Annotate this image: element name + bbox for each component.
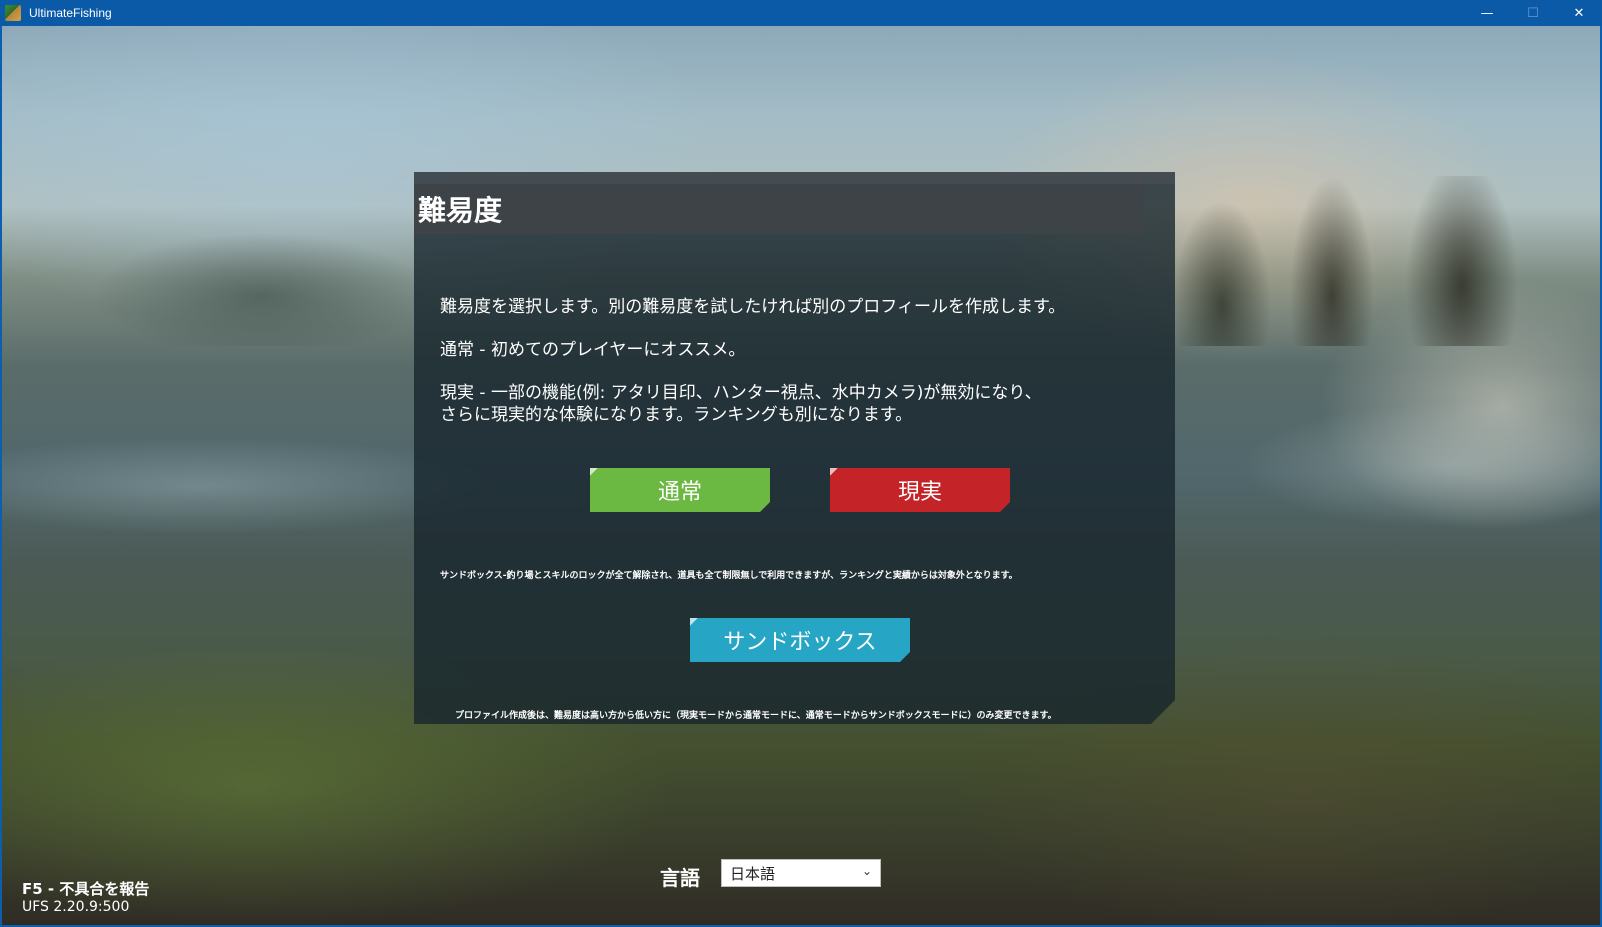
window-title: UltimateFishing (29, 6, 112, 20)
sandbox-description: サンドボックス-釣り場とスキルのロックが全て解除され、道具も全て制限無しで利用で… (440, 571, 1018, 581)
normal-mode-button[interactable]: 通常 (590, 468, 770, 512)
language-label: 言語 (660, 866, 700, 890)
maximize-button[interactable]: ☐ (1510, 0, 1556, 26)
window-titlebar: UltimateFishing — ☐ ✕ (0, 0, 1602, 26)
version-label: UFS 2.20.9:500 (22, 899, 130, 915)
dialog-top-strip (414, 172, 1175, 184)
report-bug-hint: F5 - 不具合を報告 (22, 880, 150, 898)
realistic-description: 現実 - 一部の機能(例: アタリ目印、ハンター視点、水中カメラ)が無効になり、… (440, 383, 1042, 425)
sandbox-mode-button[interactable]: サンドボックス (690, 618, 910, 662)
language-select-value: 日本語 (730, 864, 776, 883)
chevron-down-icon: ⌄ (861, 864, 872, 878)
minimize-button[interactable]: — (1464, 0, 1510, 26)
difficulty-change-note: プロファイル作成後は、難易度は高い方から低い方に（現実モードから通常モードに、通… (455, 711, 1057, 721)
language-select[interactable]: 日本語 ⌄ (721, 859, 881, 887)
normal-description: 通常 - 初めてのプレイヤーにオススメ。 (440, 340, 746, 360)
close-button[interactable]: ✕ (1556, 0, 1602, 26)
app-icon (5, 5, 21, 21)
dialog-header: 難易度 (404, 184, 1144, 234)
difficulty-dialog: 難易度 難易度を選択します。別の難易度を試したければ別のプロフィールを作成します… (414, 172, 1175, 724)
dialog-title: 難易度 (418, 194, 503, 227)
difficulty-intro-text: 難易度を選択します。別の難易度を試したければ別のプロフィールを作成します。 (440, 297, 1066, 317)
window-controls: — ☐ ✕ (1464, 0, 1602, 26)
realistic-mode-button[interactable]: 現実 (830, 468, 1010, 512)
